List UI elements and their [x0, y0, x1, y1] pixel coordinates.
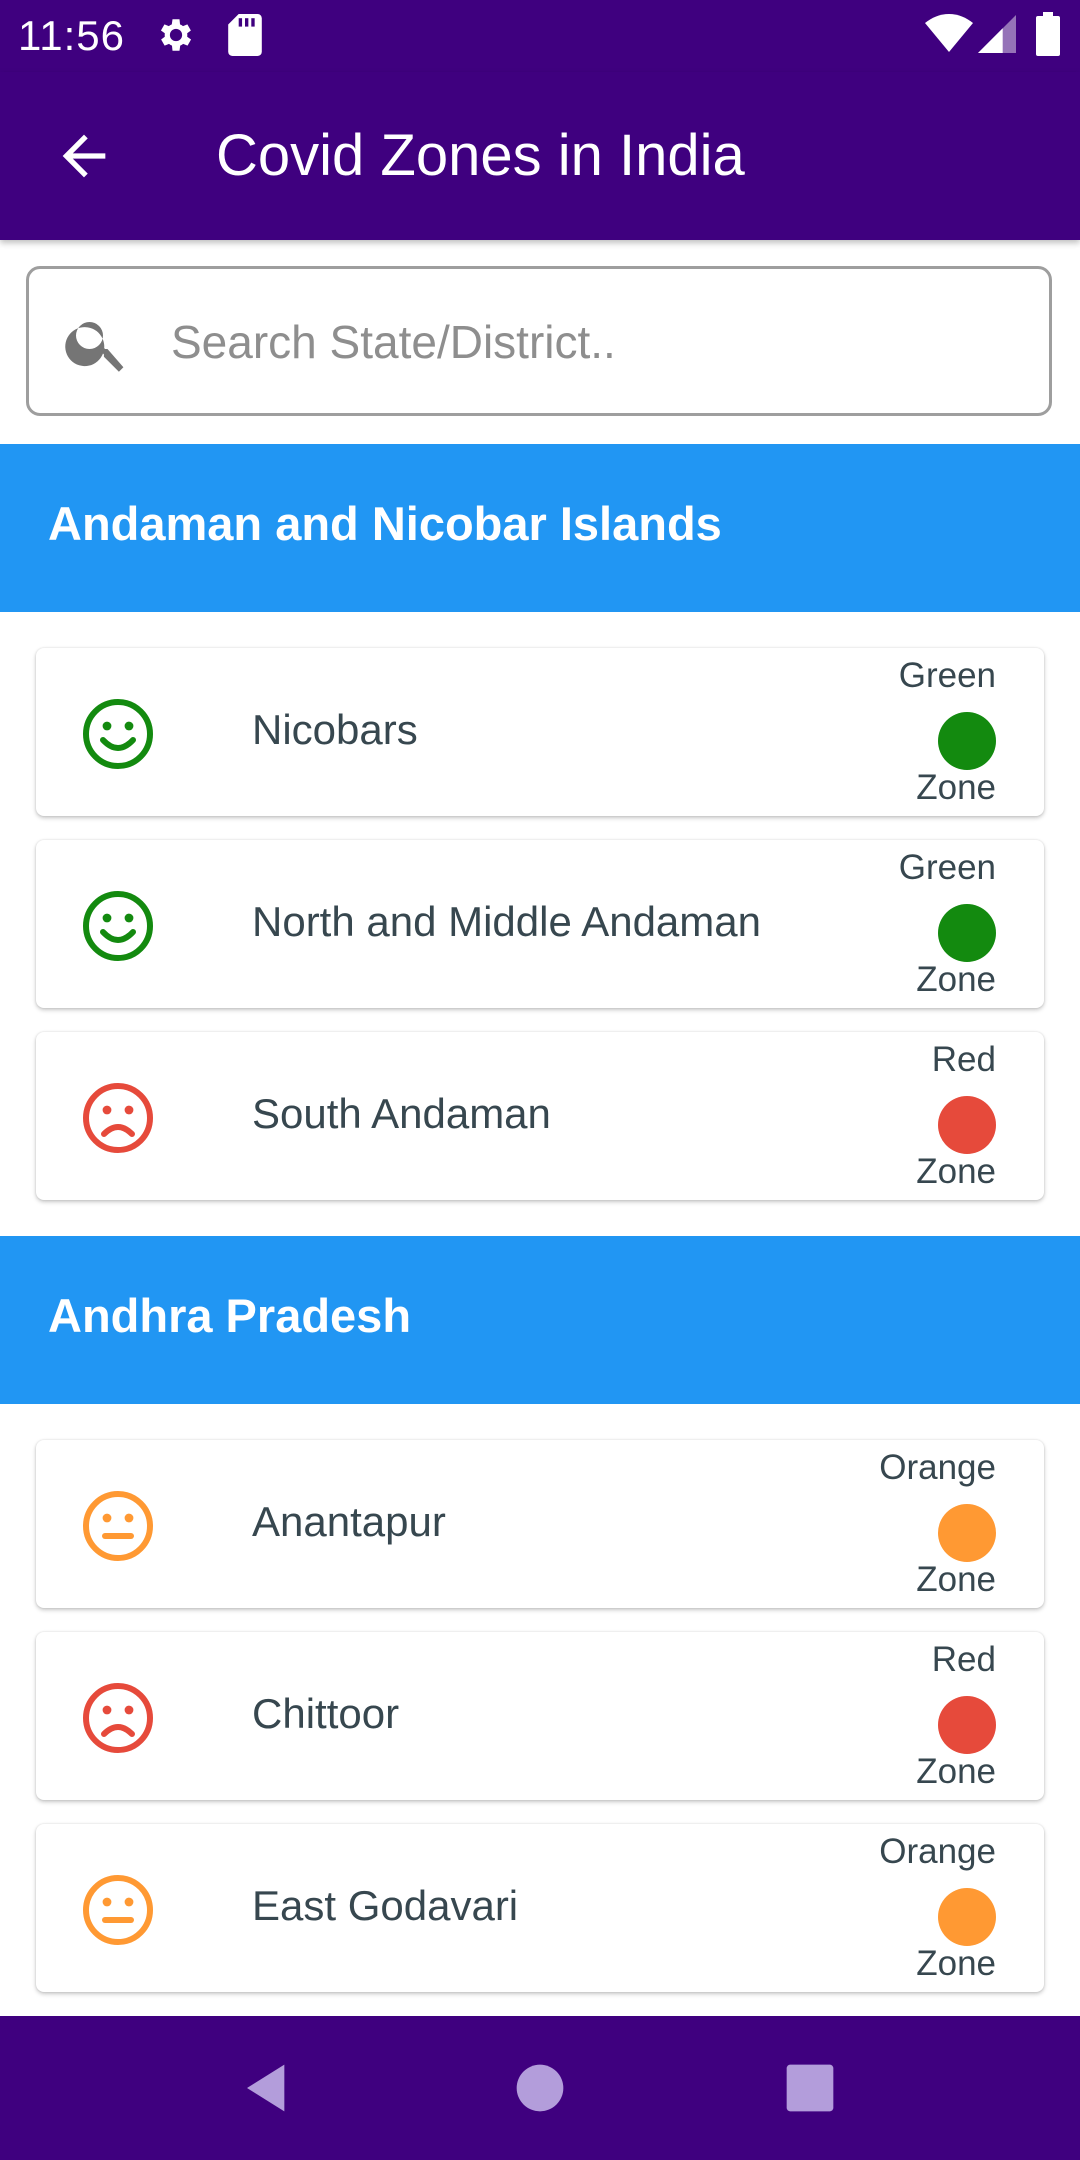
district-card[interactable]: Anantapur Orange Zone	[36, 1440, 1044, 1608]
zone-label: Zone	[916, 960, 996, 999]
neutral-icon	[83, 1875, 153, 1945]
district-card[interactable]: South Andaman Red Zone	[36, 1032, 1044, 1200]
zone-dot	[938, 1096, 996, 1154]
zone-label: Zone	[916, 1752, 996, 1791]
zone-dot	[938, 1696, 996, 1754]
wifi-icon	[925, 14, 973, 52]
district-name: Chittoor	[252, 1690, 400, 1737]
state-name: Andhra Pradesh	[48, 1289, 412, 1342]
zone-indicator: Green Zone	[796, 656, 996, 808]
state-name: Andaman and Nicobar Islands	[48, 497, 722, 550]
neutral-icon	[83, 1491, 153, 1561]
status-time: 11:56	[18, 12, 125, 59]
zone-name: Red	[931, 1640, 996, 1679]
zone-dot	[938, 712, 996, 770]
zone-name: Orange	[879, 1832, 996, 1871]
zone-name: Green	[898, 656, 996, 695]
zone-indicator: Orange Zone	[796, 1448, 996, 1600]
zone-label: Zone	[916, 1152, 996, 1191]
smile-icon	[83, 699, 153, 769]
zone-indicator: Orange Zone	[796, 1832, 996, 1984]
zone-label: Zone	[916, 1560, 996, 1599]
arrow-back-icon[interactable]	[52, 124, 116, 188]
page-title: Covid Zones in India	[216, 123, 745, 188]
district-name: North and Middle Andaman	[252, 898, 761, 945]
zone-dot	[938, 904, 996, 962]
battery-icon	[1036, 12, 1060, 56]
sd-card-icon	[228, 14, 262, 56]
zone-label: Zone	[916, 1944, 996, 1983]
sad-icon	[83, 1683, 153, 1753]
status-bar: 11:56	[0, 0, 1080, 72]
search-icon	[65, 322, 124, 372]
zone-dot	[938, 1504, 996, 1562]
district-name: Nicobars	[252, 706, 418, 753]
state-header: Andaman and Nicobar Islands	[0, 444, 1080, 612]
zone-indicator: Red Zone	[796, 1040, 996, 1192]
app-bar: Covid Zones in India	[0, 72, 1080, 240]
nav-recents-icon[interactable]	[782, 2060, 838, 2116]
district-name: Anantapur	[252, 1498, 446, 1545]
sad-icon	[83, 1083, 153, 1153]
district-card[interactable]: East Godavari Orange Zone	[36, 1824, 1044, 1992]
district-card[interactable]: Nicobars Green Zone	[36, 648, 1044, 816]
zone-name: Green	[898, 848, 996, 887]
state-header: Andhra Pradesh	[0, 1236, 1080, 1404]
district-card[interactable]: North and Middle Andaman Green Zone	[36, 840, 1044, 1008]
district-name: East Godavari	[252, 1882, 519, 1929]
navigation-bar	[0, 2016, 1080, 2160]
zone-indicator: Green Zone	[796, 848, 996, 1000]
settings-gear-icon	[160, 19, 192, 51]
cell-signal-icon	[978, 15, 1016, 53]
nav-back-icon[interactable]	[240, 2060, 296, 2116]
zone-label: Zone	[916, 768, 996, 807]
search-input[interactable]	[169, 305, 1013, 379]
search-box[interactable]	[26, 266, 1052, 416]
district-name: South Andaman	[252, 1090, 551, 1137]
zone-indicator: Red Zone	[796, 1640, 996, 1792]
zone-name: Red	[931, 1040, 996, 1079]
zone-name: Orange	[879, 1448, 996, 1487]
district-card[interactable]: Chittoor Red Zone	[36, 1632, 1044, 1800]
smile-icon	[83, 891, 153, 961]
nav-home-icon[interactable]	[512, 2060, 568, 2116]
zone-dot	[938, 1888, 996, 1946]
